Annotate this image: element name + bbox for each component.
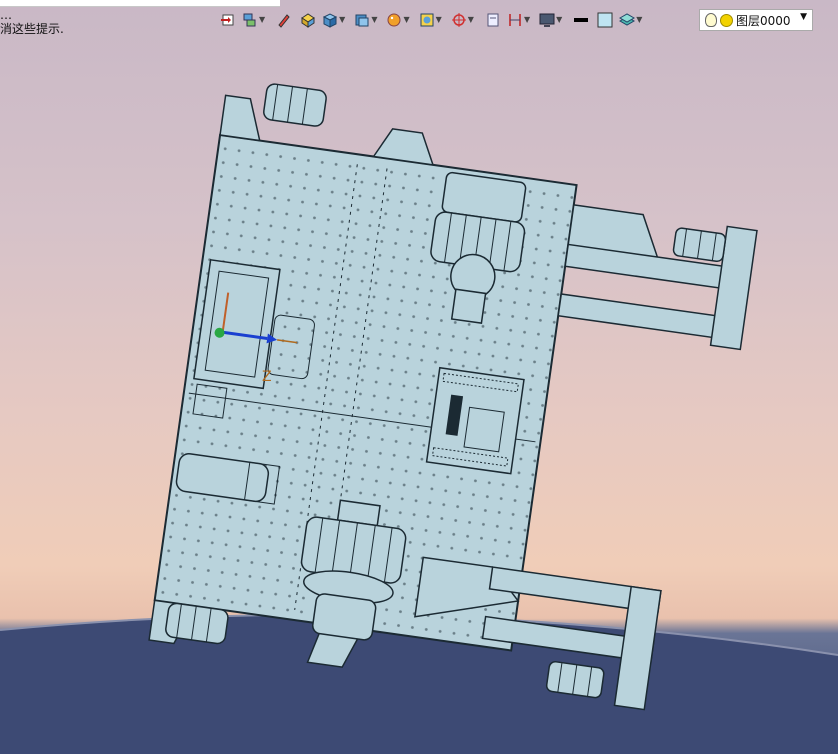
arm-top-right — [557, 203, 758, 351]
cube-icon[interactable]: ▼ — [322, 9, 350, 31]
hint-line-2: 消这些提示. — [0, 22, 64, 36]
target-icon[interactable]: ▼ — [451, 9, 479, 31]
fill-color-icon[interactable] — [595, 9, 615, 31]
controller-board — [425, 366, 525, 475]
box-solid-icon[interactable] — [298, 9, 318, 31]
wheel-top-left — [263, 83, 327, 127]
render-sphere-icon[interactable]: ▼ — [386, 9, 414, 31]
chevron-down-icon[interactable]: ▼ — [556, 9, 562, 31]
layer-selector[interactable]: 图层0000 ▼ — [699, 9, 813, 31]
sun-icon[interactable] — [720, 13, 733, 27]
chevron-down-icon[interactable]: ▼ — [524, 9, 530, 31]
lightbulb-icon[interactable] — [705, 13, 717, 27]
wheel-bottom-left — [165, 602, 229, 645]
axis-z-label: Z — [262, 369, 272, 385]
chevron-down-icon[interactable]: ▼ — [371, 9, 377, 31]
layer-label: 图层0000 — [736, 13, 791, 28]
monitor-icon[interactable]: ▼ — [539, 9, 567, 31]
chevron-down-icon[interactable]: ▼ — [468, 9, 474, 31]
line-color-icon[interactable] — [571, 9, 591, 31]
layer-stack-icon[interactable]: ▼ — [242, 9, 270, 31]
chevron-down-icon[interactable]: ▼ — [800, 12, 807, 22]
chevron-down-icon[interactable]: ▼ — [636, 9, 642, 31]
hint-line-1: … — [0, 8, 12, 22]
title-strip — [0, 0, 280, 7]
import-icon[interactable] — [218, 9, 238, 31]
hint-text: … 消这些提示. — [0, 8, 64, 36]
robot-chassis-model[interactable]: Z — [0, 0, 838, 754]
frame-icon[interactable]: ▼ — [419, 9, 447, 31]
pencil-icon[interactable] — [274, 9, 294, 31]
dimension-icon[interactable]: ▼ — [507, 9, 535, 31]
chevron-down-icon[interactable]: ▼ — [436, 9, 442, 31]
page-icon[interactable] — [483, 9, 503, 31]
view-cube-icon[interactable]: ▼ — [354, 9, 382, 31]
toolbar-row: ▼ ▼ ▼ ▼ ▼ ▼ ▼ ▼ ▼ — [218, 8, 651, 32]
material-icon[interactable]: ▼ — [619, 9, 647, 31]
chevron-down-icon[interactable]: ▼ — [259, 9, 265, 31]
chevron-down-icon[interactable]: ▼ — [403, 9, 409, 31]
top-toolbar: … 消这些提示. ▼ ▼ ▼ ▼ ▼ ▼ ▼ ▼ ▼ 图层0000 ▼ — [0, 0, 838, 42]
3d-viewport[interactable]: Z — [0, 0, 838, 754]
chevron-down-icon[interactable]: ▼ — [339, 9, 345, 31]
